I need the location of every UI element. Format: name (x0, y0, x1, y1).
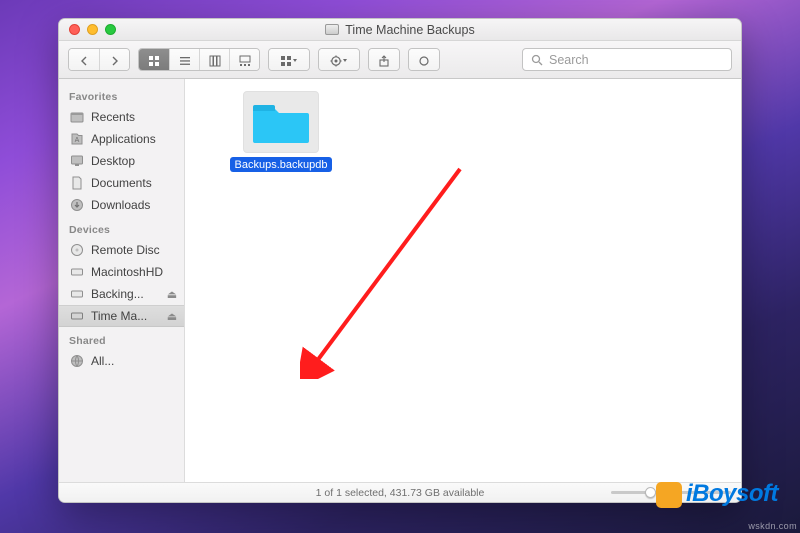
eject-icon[interactable]: ⏏ (166, 288, 178, 301)
list-view-button[interactable] (169, 49, 199, 71)
zoom-button[interactable] (105, 24, 116, 35)
eject-icon[interactable]: ⏏ (166, 310, 178, 323)
back-button[interactable] (69, 49, 99, 71)
statusbar-text: 1 of 1 selected, 431.73 GB available (316, 487, 485, 499)
window-title: Time Machine Backups (59, 23, 741, 37)
content-area[interactable]: Backups.backupdb (185, 79, 741, 482)
sidebar-item-backing[interactable]: Backing... ⏏ (59, 283, 184, 305)
group-by-button-group (268, 48, 310, 71)
drive-icon (69, 265, 84, 280)
forward-button[interactable] (99, 49, 129, 71)
sidebar-item-label: Remote Disc (91, 243, 178, 257)
sidebar: Favorites Recents A Applications Desktop… (59, 79, 185, 482)
sidebar-item-downloads[interactable]: Downloads (59, 194, 184, 216)
gallery-view-button[interactable] (229, 49, 259, 71)
sidebar-item-applications[interactable]: A Applications (59, 128, 184, 150)
recents-icon (69, 110, 84, 125)
sidebar-header-devices: Devices (59, 216, 184, 239)
finder-window: Time Machine Backups Search (58, 18, 742, 503)
documents-icon (69, 176, 84, 191)
sidebar-item-all-shared[interactable]: All... (59, 350, 184, 372)
folder-icon (243, 91, 319, 153)
tags-button-group (408, 48, 440, 71)
minimize-button[interactable] (87, 24, 98, 35)
sidebar-item-recents[interactable]: Recents (59, 106, 184, 128)
search-placeholder: Search (549, 53, 589, 67)
share-button[interactable] (369, 49, 399, 71)
sidebar-item-label: Applications (91, 132, 178, 146)
sidebar-header-shared: Shared (59, 327, 184, 350)
search-field[interactable]: Search (522, 48, 732, 71)
window-body: Favorites Recents A Applications Desktop… (59, 79, 741, 482)
column-view-button[interactable] (199, 49, 229, 71)
sidebar-item-desktop[interactable]: Desktop (59, 150, 184, 172)
icon-view-button[interactable] (139, 49, 169, 71)
applications-icon: A (69, 132, 84, 147)
watermark-domain: wskdn.com (748, 521, 797, 531)
window-title-text: Time Machine Backups (345, 23, 474, 37)
share-button-group (368, 48, 400, 71)
group-by-button[interactable] (269, 49, 309, 71)
network-icon (69, 354, 84, 369)
zoom-slider-thumb[interactable] (645, 487, 656, 498)
action-button[interactable] (319, 49, 359, 71)
watermark-logo: iBoysoft (656, 480, 778, 508)
tags-button[interactable] (409, 49, 439, 71)
sidebar-item-label: All... (91, 354, 178, 368)
titlebar: Time Machine Backups (59, 19, 741, 41)
statusbar: 1 of 1 selected, 431.73 GB available (59, 482, 741, 502)
sidebar-item-label: Desktop (91, 154, 178, 168)
sidebar-item-label: Time Ma... (91, 309, 159, 323)
view-mode-buttons (138, 48, 260, 71)
sidebar-item-remote-disc[interactable]: Remote Disc (59, 239, 184, 261)
action-button-group (318, 48, 360, 71)
sidebar-item-label: Documents (91, 176, 178, 190)
nav-buttons (68, 48, 130, 71)
watermark-brand: iBoysoft (686, 480, 778, 508)
toolbar: Search (59, 41, 741, 79)
sidebar-item-macintosh-hd[interactable]: MacintoshHD (59, 261, 184, 283)
sidebar-item-label: Recents (91, 110, 178, 124)
desktop-icon (69, 154, 84, 169)
annotation-arrow (300, 149, 500, 379)
drive-icon (69, 309, 84, 324)
window-controls (59, 24, 116, 35)
svg-text:A: A (74, 137, 79, 144)
sidebar-header-favorites: Favorites (59, 83, 184, 106)
remote-disc-icon (69, 243, 84, 258)
sidebar-item-label: MacintoshHD (91, 265, 178, 279)
downloads-icon (69, 198, 84, 213)
close-button[interactable] (69, 24, 80, 35)
drive-icon (325, 24, 339, 35)
sidebar-item-label: Backing... (91, 287, 159, 301)
sidebar-item-time-machine[interactable]: Time Ma... ⏏ (59, 305, 184, 327)
sidebar-item-documents[interactable]: Documents (59, 172, 184, 194)
watermark-accent-icon (656, 482, 682, 508)
sidebar-item-label: Downloads (91, 198, 178, 212)
folder-item-backups[interactable]: Backups.backupdb (225, 91, 337, 172)
drive-icon (69, 287, 84, 302)
folder-label: Backups.backupdb (230, 157, 333, 172)
search-icon (531, 54, 543, 66)
